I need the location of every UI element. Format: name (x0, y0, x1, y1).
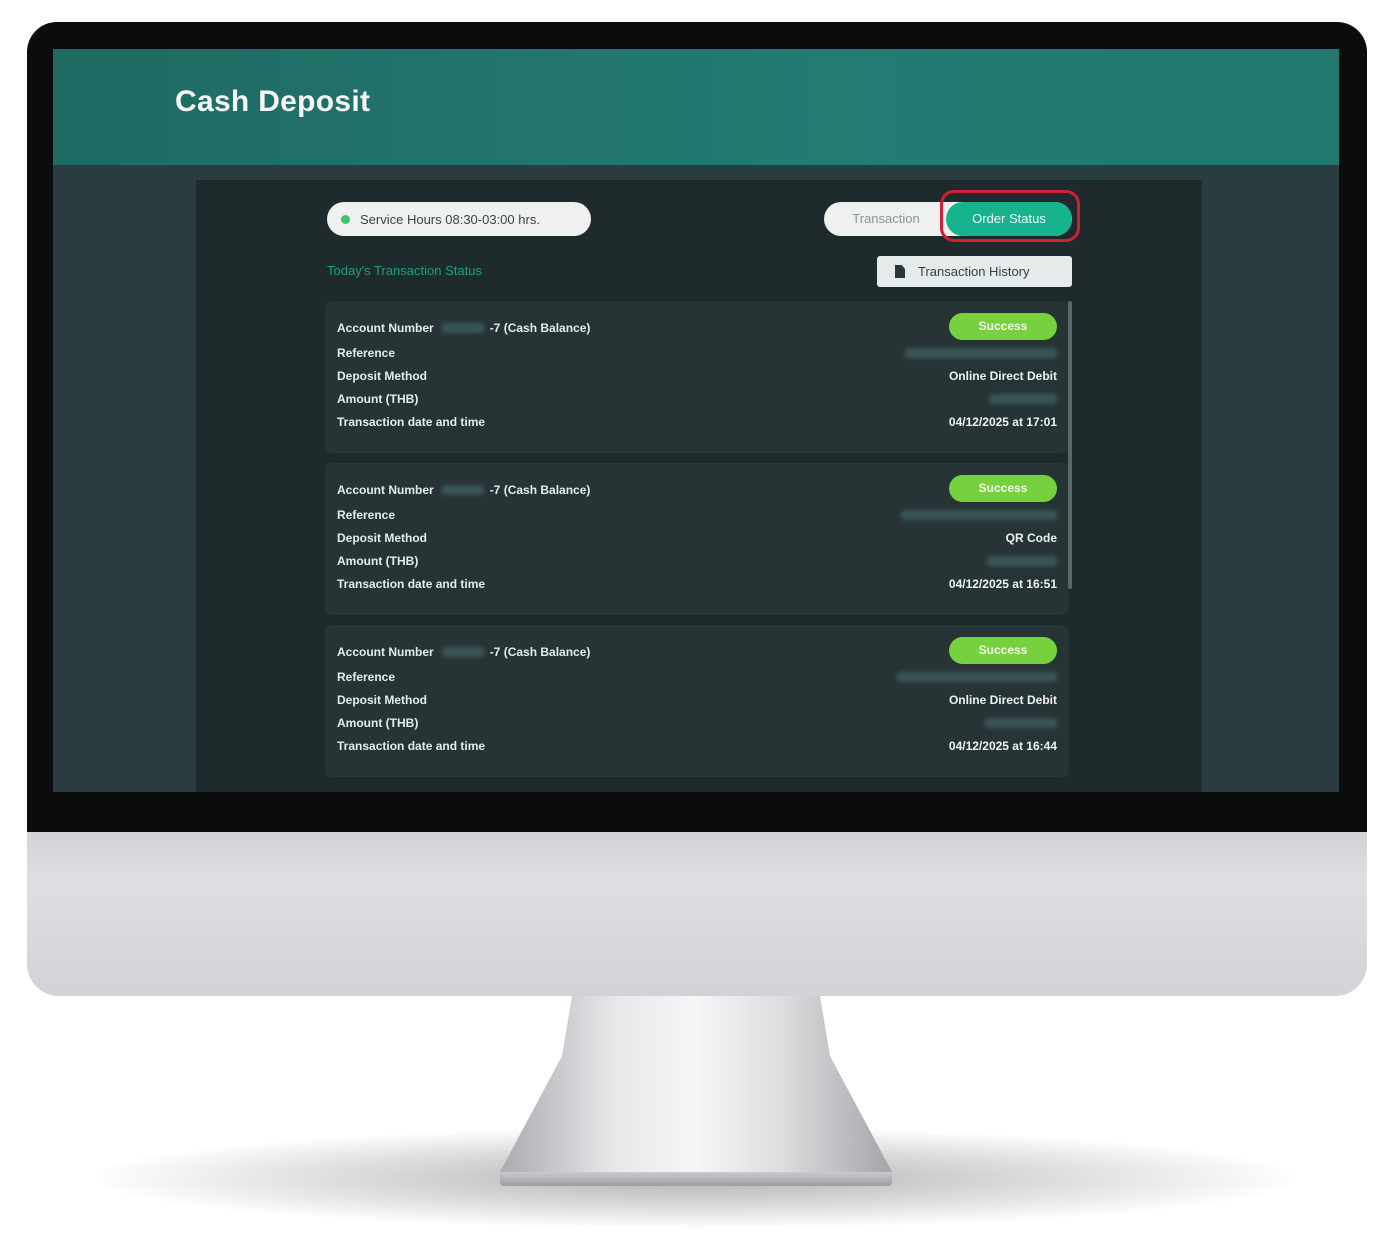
reference-label: Reference (337, 508, 396, 522)
transaction-history-label: Transaction History (918, 264, 1030, 279)
account-label: Account Number (337, 483, 434, 497)
deposit-method-row: Deposit Method Online Direct Debit (337, 690, 1057, 710)
datetime-row: Transaction date and time 04/12/2025 at … (337, 736, 1057, 756)
monitor-chin (27, 820, 1367, 996)
datetime-value: 04/12/2025 at 16:44 (948, 739, 1057, 753)
monitor-stand (500, 996, 892, 1184)
app-header: Cash Deposit (53, 49, 1339, 165)
amount-row: Amount (THB) (337, 713, 1057, 733)
reference-label: Reference (337, 670, 396, 684)
page-title: Cash Deposit (175, 85, 371, 118)
datetime-label: Transaction date and time (337, 415, 486, 429)
transaction-card: Success Account Number -7 (Cash Balance)… (325, 625, 1069, 777)
account-row: Account Number -7 (Cash Balance) (337, 642, 1057, 662)
account-label: Account Number (337, 645, 434, 659)
tab-transaction[interactable]: Transaction (824, 202, 948, 236)
account-label: Account Number (337, 321, 434, 335)
transaction-list[interactable]: Success Account Number -7 (Cash Balance)… (325, 301, 1073, 792)
monitor-screen: Cash Deposit Service Hours 08:30-03:00 h… (53, 49, 1339, 792)
datetime-label: Transaction date and time (337, 739, 486, 753)
deposit-method-label: Deposit Method (337, 531, 427, 545)
amount-row: Amount (THB) (337, 389, 1057, 409)
service-hours-label: Service Hours 08:30-03:00 hrs. (360, 211, 540, 227)
document-icon (895, 265, 905, 278)
redacted-value (897, 672, 1057, 682)
monitor-stand-base (500, 1172, 892, 1186)
amount-label: Amount (THB) (337, 716, 419, 730)
account-suffix: -7 (Cash Balance) (489, 483, 591, 497)
deposit-method-value: Online Direct Debit (948, 369, 1057, 383)
reference-label: Reference (337, 346, 396, 360)
redacted-value (989, 394, 1057, 404)
account-row: Account Number -7 (Cash Balance) (337, 318, 1057, 338)
transaction-card: Success Account Number -7 (Cash Balance)… (325, 301, 1069, 453)
deposit-method-value: QR Code (1005, 531, 1057, 545)
redacted-value (441, 323, 484, 333)
deposit-method-row: Deposit Method QR Code (337, 528, 1057, 548)
amount-label: Amount (THB) (337, 554, 419, 568)
datetime-value: 04/12/2025 at 17:01 (948, 415, 1057, 429)
reference-row: Reference (337, 343, 1057, 363)
account-row: Account Number -7 (Cash Balance) (337, 480, 1057, 500)
green-dot-icon (341, 214, 350, 224)
tab-order-status[interactable]: Order Status (946, 202, 1072, 236)
datetime-row: Transaction date and time 04/12/2025 at … (337, 574, 1057, 594)
view-toggle: Transaction Order Status (824, 202, 1072, 236)
reference-row: Reference (337, 667, 1057, 687)
datetime-value: 04/12/2025 at 16:51 (948, 577, 1057, 591)
transaction-card: Success Account Number -7 (Cash Balance)… (325, 463, 1069, 615)
deposit-method-value: Online Direct Debit (948, 693, 1057, 707)
datetime-label: Transaction date and time (337, 577, 486, 591)
redacted-value (985, 718, 1057, 728)
content-panel: Service Hours 08:30-03:00 hrs. Transacti… (196, 180, 1202, 792)
account-suffix: -7 (Cash Balance) (489, 645, 591, 659)
scrollbar[interactable] (1068, 301, 1072, 589)
redacted-value (987, 556, 1057, 566)
amount-row: Amount (THB) (337, 551, 1057, 571)
deposit-method-row: Deposit Method Online Direct Debit (337, 366, 1057, 386)
account-suffix: -7 (Cash Balance) (489, 321, 591, 335)
deposit-method-label: Deposit Method (337, 369, 427, 383)
transaction-history-button[interactable]: Transaction History (877, 256, 1072, 287)
amount-label: Amount (THB) (337, 392, 419, 406)
redacted-value (905, 348, 1057, 358)
redacted-value (441, 647, 484, 657)
datetime-row: Transaction date and time 04/12/2025 at … (337, 412, 1057, 432)
redacted-value (441, 485, 484, 495)
service-hours-badge: Service Hours 08:30-03:00 hrs. (327, 202, 591, 236)
deposit-method-label: Deposit Method (337, 693, 427, 707)
redacted-value (901, 510, 1057, 520)
section-title: Today's Transaction Status (327, 263, 482, 278)
reference-row: Reference (337, 505, 1057, 525)
